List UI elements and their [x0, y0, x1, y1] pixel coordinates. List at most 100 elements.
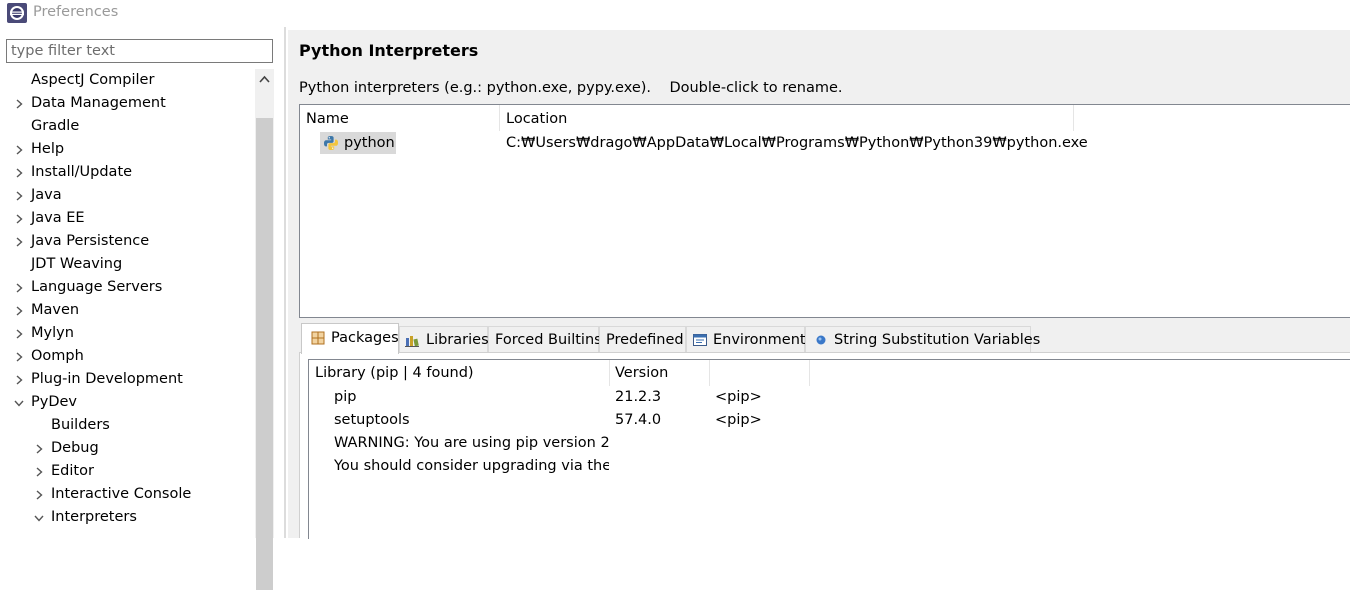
tree-item-label: Java EE: [31, 210, 85, 226]
eclipse-app-icon: [7, 3, 27, 23]
chevron-right-icon[interactable]: [13, 213, 25, 225]
tab-libraries[interactable]: Libraries: [399, 326, 489, 353]
title-bar: Preferences: [0, 0, 1350, 27]
interpreters-table: Name Location python C:₩Users₩drago₩AppD…: [299, 104, 1350, 318]
chevron-down-icon[interactable]: [33, 512, 45, 524]
python-icon: [324, 136, 338, 150]
tab-label: Environment: [713, 332, 806, 348]
chevron-right-icon[interactable]: [13, 190, 25, 202]
environment-icon: [693, 334, 707, 346]
tree-item-label: Debug: [51, 440, 99, 456]
tree-item-maven[interactable]: Maven: [0, 299, 255, 322]
column-header-version[interactable]: Version: [615, 362, 668, 385]
scroll-up-arrow-icon[interactable]: [255, 69, 274, 89]
tab-predefined[interactable]: Predefined: [599, 326, 686, 353]
tree-item-label: Java: [31, 187, 62, 203]
column-header-location[interactable]: Location: [506, 108, 567, 130]
package-name: You should consider upgrading via the ': [334, 458, 609, 474]
tab-environment[interactable]: Environment: [686, 326, 806, 353]
tree-item-editor[interactable]: Editor: [0, 460, 255, 483]
tree-item-help[interactable]: Help: [0, 138, 255, 161]
tab-string-substitution-variables[interactable]: String Substitution Variables: [805, 326, 1040, 353]
package-icon: [311, 331, 325, 345]
package-version: 57.4.0: [615, 412, 662, 428]
tree-item-label: Oomph: [31, 348, 84, 364]
tree-item-label: Interactive Console: [51, 486, 192, 502]
chevron-down-icon[interactable]: [13, 397, 25, 409]
chevron-right-icon[interactable]: [13, 144, 25, 156]
tree-item-interpreters[interactable]: Interpreters: [0, 506, 255, 529]
column-separator: [809, 360, 810, 386]
tree-item-label: Interpreters: [51, 509, 137, 525]
chevron-right-icon[interactable]: [13, 374, 25, 386]
chevron-right-icon[interactable]: [13, 328, 25, 340]
tab-label: String Substitution Variables: [834, 332, 1041, 348]
tree-item-install-update[interactable]: Install/Update: [0, 161, 255, 184]
tree-item-label: Help: [31, 141, 65, 157]
variable-dot-icon: [816, 335, 826, 345]
column-separator: [499, 105, 500, 131]
column-header-name[interactable]: Name: [306, 108, 349, 130]
scroll-thumb[interactable]: [256, 118, 273, 590]
tree-item-java-persistence[interactable]: Java Persistence: [0, 230, 255, 253]
tab-packages[interactable]: Packages: [301, 323, 399, 354]
page-description: Python interpreters (e.g.: python.exe, p…: [299, 80, 843, 96]
chevron-right-icon[interactable]: [33, 489, 45, 501]
tab-label: Predefined: [606, 332, 684, 348]
column-separator: [709, 360, 710, 386]
tab-label: Forced Builtins: [495, 332, 602, 348]
tab-label: Packages: [331, 330, 399, 346]
chevron-right-icon[interactable]: [13, 167, 25, 179]
tree-item-label: Data Management: [31, 95, 166, 111]
tree-item-language-servers[interactable]: Language Servers: [0, 276, 255, 299]
packages-table: Library (pip | 4 found) Version pip 21.2…: [308, 359, 1350, 539]
chevron-right-icon[interactable]: [13, 98, 25, 110]
package-version: 21.2.3: [615, 389, 662, 405]
tree-item-label: Java Persistence: [31, 233, 150, 249]
page-header: Python Interpreters: [288, 30, 1350, 70]
tree-scrollbar[interactable]: [255, 69, 274, 590]
tab-forced-builtins[interactable]: Forced Builtins: [488, 326, 602, 353]
tree-item-label: JDT Weaving: [31, 256, 123, 272]
tree-item-mylyn[interactable]: Mylyn: [0, 322, 255, 345]
chevron-right-icon[interactable]: [13, 282, 25, 294]
tree-item-builders[interactable]: Builders: [0, 414, 255, 437]
chevron-right-icon[interactable]: [13, 351, 25, 363]
tree-item-label: Language Servers: [31, 279, 163, 295]
tree-item-data-management[interactable]: Data Management: [0, 92, 255, 115]
chevron-right-icon[interactable]: [13, 236, 25, 248]
column-separator: [1073, 105, 1074, 131]
tree-item-gradle[interactable]: Gradle: [0, 115, 255, 138]
interpreter-location: C:₩Users₩drago₩AppData₩Local₩Programs₩Py…: [506, 135, 1088, 151]
tree-item-interactive-console[interactable]: Interactive Console: [0, 483, 255, 506]
tree-item-jdt-weaving[interactable]: JDT Weaving: [0, 253, 255, 276]
preference-tree: AspectJ Compiler Data Management Gradle Hel…: [0, 69, 255, 538]
window-title: Preferences: [33, 4, 119, 20]
chevron-right-icon[interactable]: [33, 466, 45, 478]
tree-item-pydev[interactable]: PyDev: [0, 391, 255, 414]
tab-label: Libraries: [426, 332, 489, 348]
tree-item-label: PyDev: [31, 394, 77, 410]
tree-item-plug-in-development[interactable]: Plug-in Development: [0, 368, 255, 391]
package-source: <pip>: [715, 389, 762, 405]
interpreter-name[interactable]: python: [344, 132, 395, 154]
tree-item-aspectj-compiler[interactable]: AspectJ Compiler: [0, 69, 255, 92]
column-header-library[interactable]: Library (pip | 4 found): [315, 362, 474, 385]
chevron-right-icon[interactable]: [13, 305, 25, 317]
tree-item-debug[interactable]: Debug: [0, 437, 255, 460]
filter-input[interactable]: [6, 39, 273, 63]
libraries-icon: [405, 336, 419, 347]
tree-item-label: Editor: [51, 463, 94, 479]
tree-item-java-ee[interactable]: Java EE: [0, 207, 255, 230]
package-name: pip: [334, 389, 357, 405]
column-separator: [609, 360, 610, 386]
pane-divider[interactable]: [284, 27, 286, 538]
page-title: Python Interpreters: [299, 41, 479, 60]
tree-item-oomph[interactable]: Oomph: [0, 345, 255, 368]
tree-item-label: Mylyn: [31, 325, 74, 341]
package-name: WARNING: You are using pip version 21.: [334, 435, 609, 451]
interpreter-info-tabs: Packages Libraries Forced Builtins Prede…: [299, 323, 1350, 354]
chevron-right-icon[interactable]: [33, 443, 45, 455]
tree-item-java[interactable]: Java: [0, 184, 255, 207]
tree-item-label: AspectJ Compiler: [31, 72, 155, 88]
